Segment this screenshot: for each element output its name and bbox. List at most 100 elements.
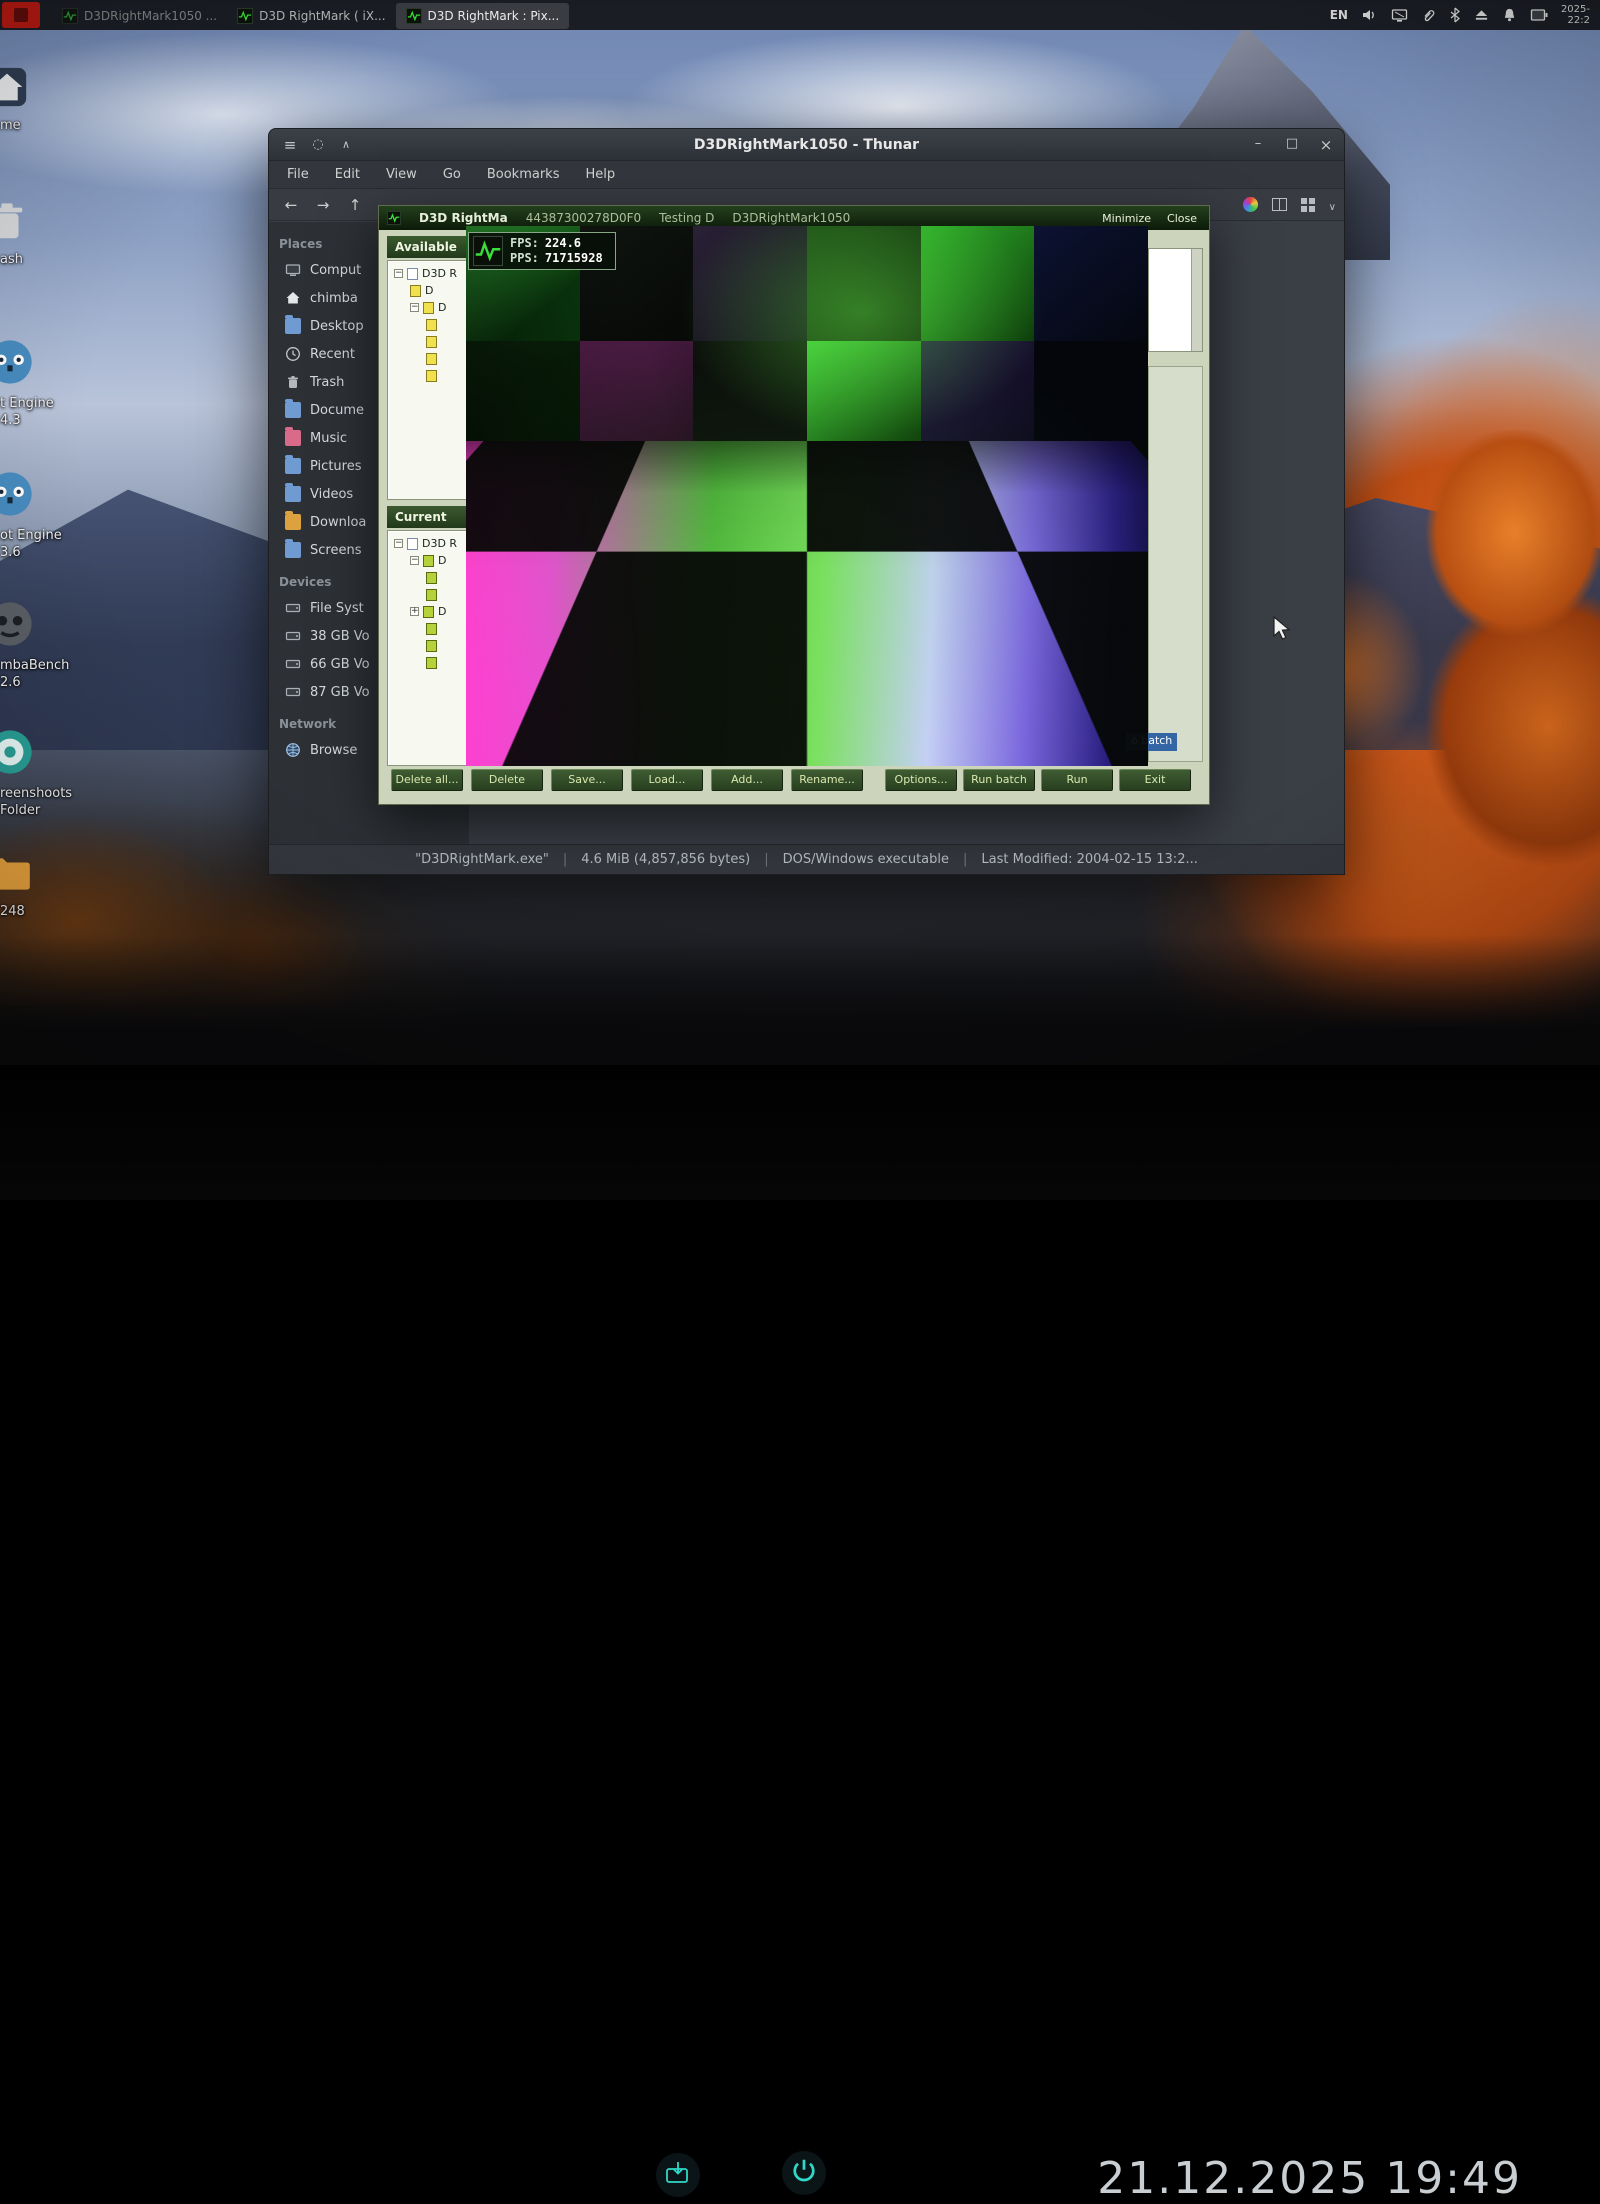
tray-clock[interactable]: 2025- 22:2 (1561, 4, 1590, 26)
options-button[interactable]: Options... (885, 769, 957, 791)
folder-icon (0, 881, 34, 900)
save-button[interactable]: Save... (551, 769, 623, 791)
test-item-icon (426, 353, 437, 365)
expander-icon[interactable] (394, 539, 403, 548)
menu-edit[interactable]: Edit (323, 164, 372, 185)
back-button[interactable] (277, 193, 305, 217)
test-item-icon (426, 336, 437, 348)
expander-icon[interactable] (394, 269, 403, 278)
sidebar-item-label: chimba (310, 291, 358, 306)
eject-icon[interactable] (1474, 8, 1489, 22)
rightmark-app-icon (387, 211, 401, 225)
rightmark-close-button[interactable]: Close (1163, 211, 1201, 226)
wallpaper-ground-fade (0, 935, 1600, 1065)
taskbar-window-label: D3D RightMark : Pix... (428, 9, 560, 23)
rightmark-minimize-button[interactable]: Minimize (1098, 211, 1155, 226)
desktop-icon-home[interactable]: me (0, 64, 70, 134)
add-to-batch-button-fragment[interactable]: o batch (1126, 733, 1177, 751)
maximize-button[interactable] (1284, 136, 1300, 154)
exit-button[interactable]: Exit (1119, 769, 1191, 791)
tray-clock-date: 2025- (1561, 4, 1590, 15)
forward-button[interactable] (309, 193, 337, 217)
delete-all-button[interactable]: Delete all... (391, 769, 463, 791)
up-button[interactable] (341, 193, 369, 217)
taskbar-window-button-3[interactable]: D3D RightMark : Pix... (396, 3, 570, 29)
split-view-icon[interactable] (1272, 198, 1287, 211)
menu-view[interactable]: View (374, 164, 429, 185)
menu-go[interactable]: Go (431, 164, 473, 185)
sidebar-item-label: Comput (310, 263, 361, 278)
expander-icon[interactable] (410, 607, 419, 616)
desktop-icon-folder-248[interactable]: 248 (0, 852, 70, 920)
test-item-icon (423, 302, 434, 314)
hamburger-menu-icon[interactable] (279, 134, 301, 156)
close-button[interactable] (1318, 136, 1334, 154)
desktop-icon-screenshots-folder[interactable]: reenshoots Folder (0, 726, 70, 819)
sidebar-item-label: 87 GB Vo (310, 685, 370, 700)
screen-battery-icon[interactable] (1530, 8, 1548, 22)
test-doc-icon (407, 538, 418, 550)
grid-view-icon[interactable] (1301, 198, 1315, 212)
thunar-titlebar[interactable]: D3DRightMark1050 - Thunar (269, 129, 1344, 161)
load-button[interactable]: Load... (631, 769, 703, 791)
bluetooth-icon[interactable] (1449, 7, 1461, 23)
desktop-icon-trash[interactable]: ash (0, 198, 70, 268)
bell-icon[interactable] (1502, 7, 1517, 23)
menu-help[interactable]: Help (573, 164, 627, 185)
desktop-icon-label: 248 (0, 903, 70, 920)
tray-clock-time: 22:2 (1561, 15, 1590, 26)
display-icon[interactable] (1391, 8, 1408, 23)
videos-folder-icon (285, 486, 301, 502)
chevron-down-icon[interactable] (1329, 195, 1336, 214)
status-modified: Last Modified: 2004-02-15 13:2... (981, 852, 1197, 867)
run-button[interactable]: Run (1041, 769, 1113, 791)
rightmark-title-fragment: Testing D (659, 211, 714, 225)
add-button[interactable]: Add... (711, 769, 783, 791)
network-icon (285, 742, 301, 758)
volume-icon[interactable] (1361, 7, 1378, 23)
wall-tile (807, 226, 921, 341)
paperclip-icon[interactable] (1421, 7, 1436, 23)
wall-tile (466, 341, 580, 441)
sidebar-item-label: File Syst (310, 601, 364, 616)
desktop-icon-godot-3[interactable]: ot Engine 3.6 (0, 468, 70, 561)
folder-icon (285, 402, 301, 418)
desktop-icon-label: ot Engine (0, 527, 70, 544)
rightmark-options-panel (1148, 366, 1203, 762)
expander-icon[interactable] (410, 556, 419, 565)
menu-file[interactable]: File (275, 164, 321, 185)
chevron-up-icon[interactable] (335, 134, 357, 156)
trash-icon (285, 374, 301, 390)
fps-overlay: FPS:224.6 PPS: 71715928 (468, 232, 616, 270)
minimize-button[interactable] (1250, 136, 1266, 154)
fps-line: FPS:224.6 (510, 236, 603, 251)
user-icon[interactable] (307, 134, 329, 156)
wall-tile (693, 226, 807, 341)
run-batch-button[interactable]: Run batch (963, 769, 1035, 791)
wall-tile (693, 341, 807, 441)
pps-label: PPS: (510, 251, 539, 265)
photo-timestamp: 21.12.2025 19:49 (1097, 2153, 1522, 2204)
rightmark-title-fragment: 44387300278D0F0 (526, 211, 641, 225)
expander-icon[interactable] (410, 303, 419, 312)
keyboard-layout-indicator[interactable]: EN (1330, 8, 1348, 22)
wall-tile (921, 341, 1035, 441)
rightmark-results-list[interactable] (1148, 248, 1203, 352)
delete-button[interactable]: Delete (471, 769, 543, 791)
status-filesize: 4.6 MiB (4,857,856 bytes) (581, 852, 750, 867)
pps-value: 71715928 (545, 251, 603, 265)
taskbar-window-button-2[interactable]: D3D RightMark ( iX... (227, 3, 395, 29)
desktop-icon-label: me (0, 117, 70, 134)
desktop-icon-godot-4[interactable]: t Engine 4.3 (0, 336, 70, 429)
menu-bookmarks[interactable]: Bookmarks (475, 164, 572, 185)
taskbar-window-button-1[interactable]: D3DRightMark1050 ... (52, 3, 227, 29)
mouse-cursor (1272, 616, 1294, 646)
color-wheel-icon[interactable] (1243, 197, 1258, 212)
desktop-icon-chimbabench[interactable]: mbaBench 2.6 (0, 598, 70, 691)
test-folder-icon (426, 623, 437, 635)
status-separator: | (764, 852, 768, 867)
rename-button[interactable]: Rename... (791, 769, 863, 791)
drive-icon (285, 684, 301, 700)
applications-menu-button[interactable] (2, 2, 40, 28)
fps-label: FPS: (510, 236, 539, 250)
